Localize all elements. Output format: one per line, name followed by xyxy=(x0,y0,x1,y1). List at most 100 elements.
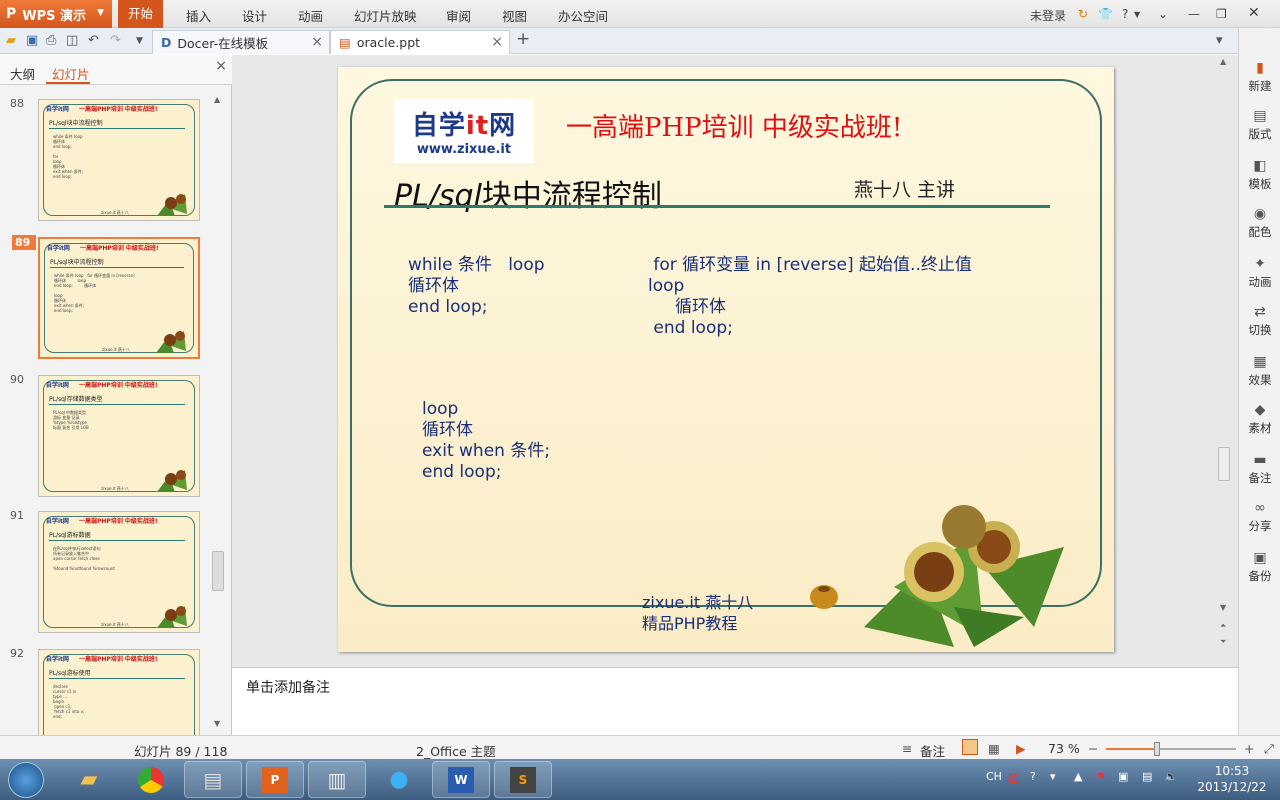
sidebar-template[interactable]: ◧ 模板 xyxy=(1239,158,1280,192)
sidebar-color[interactable]: ◉ 配色 xyxy=(1239,206,1280,240)
taskbar-wps-writer[interactable]: W xyxy=(432,761,490,798)
slide-sorter-icon[interactable]: ▦ xyxy=(988,741,1000,756)
sidebar-new[interactable]: ▮ 新建 xyxy=(1239,60,1280,94)
print-icon[interactable]: ⎙ xyxy=(46,33,56,48)
slide-presenter[interactable]: 燕十八 主讲 xyxy=(854,175,955,202)
zoom-slider[interactable] xyxy=(1106,742,1236,756)
device-icon[interactable]: ▣ xyxy=(1118,770,1128,783)
scroll-up-icon[interactable]: ▲ xyxy=(1220,57,1226,66)
tab-outline[interactable]: 大纲 xyxy=(10,64,35,83)
app-menu-button[interactable]: P WPS 演示 ▼ xyxy=(0,0,112,28)
slides-panel: 大纲 幻灯片 × 88 自学it网 一高端PHP培训 中级实战班! PL/sql块中流… xyxy=(0,55,232,771)
system-clock[interactable]: 10:53 2013/12/22 xyxy=(1188,763,1276,795)
notes-toggle[interactable]: 备注 xyxy=(920,741,945,760)
menu-insert[interactable]: 插入 xyxy=(186,6,211,25)
help-icon[interactable]: ? xyxy=(1122,7,1128,21)
show-hidden-icons[interactable]: ▲ xyxy=(1074,770,1082,783)
network-icon[interactable]: ▤ xyxy=(1142,770,1152,783)
scroll-down-icon[interactable]: ▼ xyxy=(1220,603,1226,612)
sidebar-animation[interactable]: ✦ 动画 xyxy=(1239,256,1280,290)
sidebar-effects[interactable]: ▦ 效果 xyxy=(1239,354,1280,388)
taskbar-explorer[interactable]: ▰ xyxy=(60,761,118,798)
code-while[interactable]: while 条件 loop 循环体 end loop; xyxy=(408,255,545,318)
save-icon[interactable]: ▣ xyxy=(26,33,38,48)
code-loop[interactable]: loop 循环体 exit when 条件; end loop; xyxy=(422,399,550,483)
prev-slide-icon[interactable]: ⏶ xyxy=(1220,621,1226,631)
slideshow-icon[interactable]: ▶ xyxy=(1016,741,1026,756)
login-status[interactable]: 未登录 xyxy=(1030,7,1066,24)
sidebar-backup[interactable]: ▣ 备份 xyxy=(1239,550,1280,584)
quick-access-dropdown-icon[interactable]: ▼ xyxy=(136,36,143,46)
zoom-level[interactable]: 73 % xyxy=(1048,741,1080,756)
menu-home[interactable]: 开始 xyxy=(118,0,164,28)
taskbar-chrome[interactable] xyxy=(122,761,180,798)
code-for[interactable]: for 循环变量 in [reverse] 起始值..终止值 loop 循环体 … xyxy=(648,255,972,339)
slide-thumbnail[interactable]: 自学it网 一高端PHP培训 中级实战班! PL/sql块中流程控制 while 条件… xyxy=(38,99,200,221)
tab-docer[interactable]: D Docer-在线模板 × xyxy=(152,30,330,54)
taskbar-wps-presentation[interactable]: P xyxy=(246,761,304,798)
thumb-underline xyxy=(49,404,185,405)
menu-review[interactable]: 审阅 xyxy=(446,6,471,25)
slide-footer-line2[interactable]: 精品PHP教程 xyxy=(642,610,737,634)
notes-toggle-icon[interactable]: ≡ xyxy=(902,741,912,756)
zoom-in-icon[interactable]: + xyxy=(1244,741,1254,756)
tab-slides[interactable]: 幻灯片 xyxy=(52,64,90,83)
new-tab-icon[interactable]: + xyxy=(516,29,530,49)
start-button[interactable] xyxy=(8,762,44,798)
sidebar-notes[interactable]: ▬ 备注 xyxy=(1239,452,1280,486)
taskbar-sublime[interactable]: S xyxy=(494,761,552,798)
taskbar-notepad[interactable]: ▥ xyxy=(308,761,366,798)
close-tab-icon[interactable]: × xyxy=(491,34,503,50)
ime-settings-icon[interactable]: ▾ xyxy=(1050,770,1056,783)
slide-title[interactable]: PL/sql块中流程控制 xyxy=(394,171,662,215)
close-tab-icon[interactable]: × xyxy=(311,34,323,50)
ribbon-collapse-icon[interactable]: ⌄ xyxy=(1158,7,1168,21)
current-slide[interactable]: 自学it网 www.zixue.it 一高端PHP培训 中级实战班! PL/sq… xyxy=(338,67,1114,652)
tab-oracle-ppt[interactable]: ▤ oracle.ppt × xyxy=(330,30,510,54)
input-language[interactable]: CH xyxy=(986,770,1002,783)
sidebar-transition[interactable]: ⇄ 切换 xyxy=(1239,304,1280,338)
slide-thumbnail[interactable]: 自学it网 一高端PHP培训 中级实战班! PL/sql存储数据类型 PL/sql 中… xyxy=(38,375,200,497)
skin-icon[interactable]: 👕 xyxy=(1098,7,1113,21)
next-slide-icon[interactable]: ⏷ xyxy=(1220,637,1226,647)
undo-icon[interactable]: ↶ xyxy=(88,33,99,48)
sidebar-share[interactable]: ∞ 分享 xyxy=(1239,500,1280,534)
scroll-thumb[interactable] xyxy=(212,551,224,591)
restore-icon[interactable]: ❐ xyxy=(1216,7,1227,21)
slide-scrollbar[interactable]: ▲ ▼ ⏶ ⏷ xyxy=(1218,55,1232,667)
slide-thumbnail[interactable]: 自学it网 一高端PHP培训 中级实战班! PL/sql游标数据 在PL/sql中执行… xyxy=(38,511,200,633)
zoom-slider-thumb[interactable] xyxy=(1154,742,1160,756)
sidebar-materials[interactable]: ◆ 素材 xyxy=(1239,402,1280,436)
close-window-icon[interactable]: ✕ xyxy=(1248,5,1260,21)
print-preview-icon[interactable]: ◫ xyxy=(66,33,78,48)
help-dropdown-icon[interactable]: ▼ xyxy=(1134,10,1140,19)
redo-icon[interactable]: ↷ xyxy=(110,33,121,48)
help-tray-icon[interactable]: ? xyxy=(1030,770,1036,783)
zoom-out-icon[interactable]: − xyxy=(1088,741,1098,756)
minimize-icon[interactable]: — xyxy=(1188,7,1200,21)
slide-list-scrollbar[interactable]: ▲ ▼ xyxy=(212,95,224,731)
scroll-thumb[interactable] xyxy=(1218,447,1230,481)
menu-office-space[interactable]: 办公空间 xyxy=(558,6,608,25)
sidebar-layout[interactable]: ▤ 版式 xyxy=(1239,108,1280,142)
slide-banner[interactable]: 一高端PHP培训 中级实战班! xyxy=(566,107,902,144)
taskbar-qq[interactable]: ● xyxy=(370,761,428,798)
scroll-up-icon[interactable]: ▲ xyxy=(214,95,220,104)
menu-design[interactable]: 设计 xyxy=(242,6,267,25)
flag-icon[interactable]: ⚑ xyxy=(1096,770,1106,783)
fit-window-icon[interactable]: ⤢ xyxy=(1264,741,1274,757)
notes-pane[interactable]: 单击添加备注 xyxy=(232,667,1238,735)
close-panel-icon[interactable]: × xyxy=(215,58,227,74)
sync-icon[interactable]: ↻ xyxy=(1078,7,1088,21)
normal-view-icon[interactable] xyxy=(962,739,978,755)
scroll-down-icon[interactable]: ▼ xyxy=(214,719,220,728)
tab-list-icon[interactable]: ▾ xyxy=(1216,33,1223,48)
volume-icon[interactable]: 🔈 xyxy=(1164,770,1178,783)
open-folder-icon[interactable]: ▰ xyxy=(6,33,16,48)
ime-icon[interactable]: 酷 xyxy=(1008,770,1019,786)
menu-animation[interactable]: 动画 xyxy=(298,6,323,25)
menu-slideshow[interactable]: 幻灯片放映 xyxy=(354,6,417,25)
slide-thumbnail[interactable]: 自学it网 一高端PHP培训 中级实战班! PL/sql块中流程控制 while 条件… xyxy=(38,237,200,359)
menu-view[interactable]: 视图 xyxy=(502,6,527,25)
taskbar-remote[interactable]: ▤ xyxy=(184,761,242,798)
